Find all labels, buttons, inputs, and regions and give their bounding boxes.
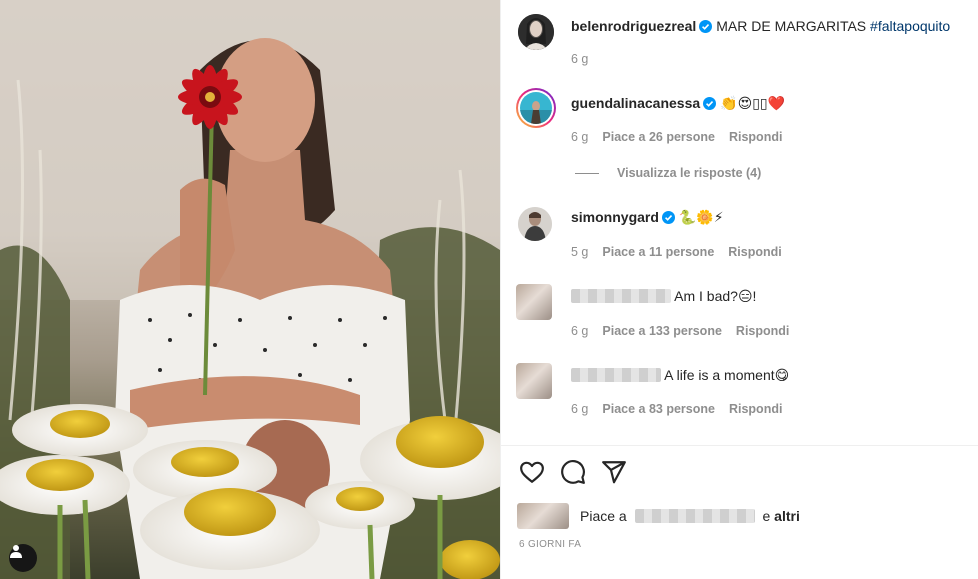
comment-3-username-hidden[interactable]	[571, 289, 671, 303]
comment-2-meta: 5 g Piace a 11 persone Rispondi	[571, 245, 796, 259]
comment-1-avatar-image	[520, 92, 552, 124]
comment-4-meta: 6 g Piace a 83 persone Rispondi	[571, 402, 796, 416]
post-photo[interactable]	[0, 0, 500, 579]
post-photo-illustration	[0, 0, 500, 579]
comment-4-text: A life is a moment😋	[664, 367, 790, 383]
view-replies-button[interactable]: Visualizza le risposte (4)	[575, 166, 761, 180]
action-bar	[519, 459, 627, 485]
comment-3-likes[interactable]: Piace a 133 persone	[602, 324, 722, 338]
comment-4-username-hidden[interactable]	[571, 368, 661, 382]
comment-2-age: 5 g	[571, 245, 589, 259]
comment-1-username[interactable]: guendalinacanessa	[571, 95, 700, 111]
liker-username-hidden[interactable]	[634, 509, 755, 523]
likes-prefix: Piace a	[580, 508, 627, 524]
comment-4-age: 6 g	[571, 402, 589, 416]
comment-2: simonnygard 🐍🌼⚡	[571, 208, 724, 226]
caption-meta: 6 g	[571, 52, 602, 66]
likes-summary[interactable]: Piace a e altri	[580, 508, 800, 524]
comment-3-reply-button[interactable]: Rispondi	[736, 324, 789, 338]
comment-4-likes[interactable]: Piace a 83 persone	[602, 402, 715, 416]
comment-2-avatar[interactable]	[518, 207, 552, 241]
tagged-users-button[interactable]	[9, 544, 37, 572]
comment-4: A life is a moment😋	[571, 366, 789, 384]
paper-plane-icon[interactable]	[601, 459, 627, 485]
replies-divider	[575, 172, 599, 174]
comment-3-avatar[interactable]	[516, 284, 552, 320]
user-icon	[10, 545, 22, 558]
comment-3-age: 6 g	[571, 324, 589, 338]
author-avatar[interactable]	[518, 14, 554, 50]
comment-1-age: 6 g	[571, 130, 589, 144]
verified-badge-icon	[703, 97, 717, 110]
caption: belenrodriguezreal MAR DE MARGARITAS #fal…	[571, 17, 950, 35]
comment-2-text: 🐍🌼⚡	[678, 209, 724, 225]
comment-1-text: 👏😍▯▯❤️	[720, 95, 786, 111]
comment-2-reply-button[interactable]: Rispondi	[728, 245, 781, 259]
comment-3: Am I bad?😑!	[571, 287, 756, 305]
comment-2-likes[interactable]: Piace a 11 persone	[602, 245, 714, 259]
comment-3-text: Am I bad?😑!	[674, 288, 757, 304]
author-username[interactable]: belenrodriguezreal	[571, 18, 696, 34]
comment-1-likes[interactable]: Piace a 26 persone	[602, 130, 715, 144]
comment-2-username[interactable]: simonnygard	[571, 209, 659, 225]
post-timestamp: 6 GIORNI FA	[519, 539, 582, 550]
caption-text: MAR DE MARGARITAS	[716, 18, 867, 34]
heart-icon[interactable]	[519, 459, 545, 485]
actions-divider	[501, 445, 978, 446]
likes-others[interactable]: altri	[774, 508, 800, 524]
comment-1-meta: 6 g Piace a 26 persone Rispondi	[571, 130, 796, 144]
verified-badge-icon	[661, 211, 675, 224]
caption-age: 6 g	[571, 52, 589, 66]
author-avatar-image	[518, 14, 554, 50]
comment-1-reply-button[interactable]: Rispondi	[729, 130, 782, 144]
hashtag-link[interactable]: #faltapoquito	[870, 18, 950, 34]
comment-1: guendalinacanessa 👏😍▯▯❤️	[571, 94, 785, 112]
likers-avatars[interactable]	[517, 503, 569, 529]
comment-2-avatar-image	[518, 207, 552, 241]
comment-4-reply-button[interactable]: Rispondi	[729, 402, 782, 416]
comment-icon[interactable]	[560, 459, 586, 485]
verified-badge-icon	[699, 20, 713, 33]
comment-4-avatar[interactable]	[516, 363, 552, 399]
comment-3-meta: 6 g Piace a 133 persone Rispondi	[571, 324, 803, 338]
comments-panel: belenrodriguezreal MAR DE MARGARITAS #fal…	[500, 0, 978, 579]
comment-1-avatar[interactable]	[516, 88, 556, 128]
view-replies-label: Visualizza le risposte (4)	[617, 166, 762, 180]
likes-connector: e	[762, 508, 771, 524]
